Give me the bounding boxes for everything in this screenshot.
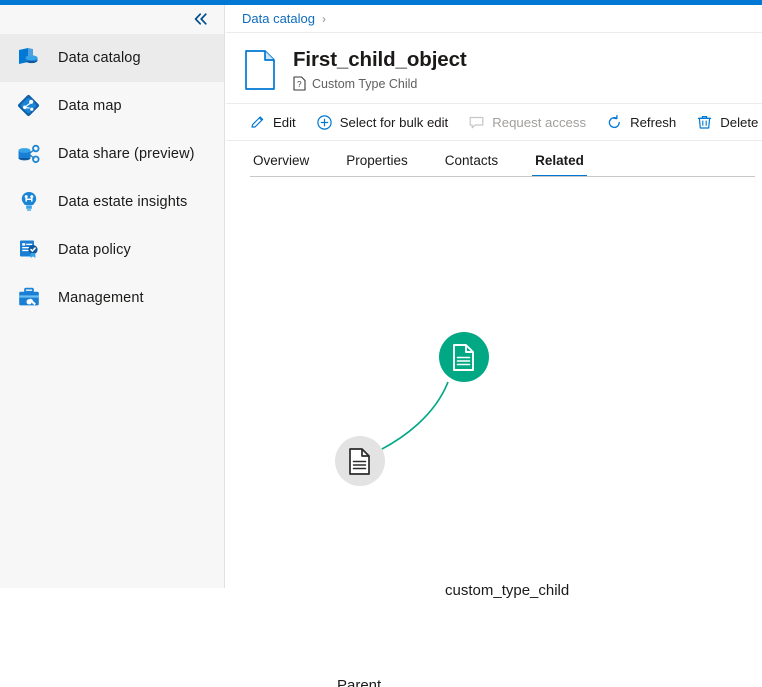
tab-overview[interactable]: Overview — [250, 153, 312, 177]
sidebar-item-label: Management — [58, 290, 144, 306]
request-access-button[interactable]: Request access — [462, 107, 592, 137]
tab-bar: Overview Properties Contacts Related — [226, 141, 762, 177]
unknown-type-icon: ? — [293, 76, 306, 91]
sidebar-item-label: Data catalog — [58, 50, 141, 66]
sidebar-item-label: Data map — [58, 98, 122, 114]
sidebar: Data catalog Data map — [0, 5, 225, 588]
breadcrumb-separator-icon: › — [322, 12, 326, 26]
entity-subtitle-row: ? Custom Type Child — [293, 76, 467, 91]
toolbar-button-label: Request access — [492, 115, 586, 130]
app-root: Data catalog Data map — [0, 0, 762, 588]
briefcase-management-icon — [14, 283, 44, 313]
sidebar-item-management[interactable]: Management — [0, 274, 224, 322]
page-title: First_child_object — [293, 47, 467, 72]
tab-properties[interactable]: Properties — [343, 153, 411, 177]
data-map-icon — [14, 91, 44, 121]
delete-button[interactable]: Delete — [690, 107, 762, 137]
sidebar-nav-list: Data catalog Data map — [0, 34, 224, 322]
toolbar-button-label: Delete — [720, 115, 758, 130]
related-graph-canvas[interactable]: custom_type_child Parent — [226, 177, 762, 687]
graph-node-label-custom-type-child: custom_type_child — [445, 582, 569, 599]
sidebar-item-label: Data estate insights — [58, 194, 187, 210]
chevron-double-left-glyph — [194, 13, 208, 25]
data-catalog-icon — [14, 43, 44, 73]
entity-header: First_child_object ? Custom Type Child — [226, 33, 762, 104]
select-for-bulk-edit-button[interactable]: Select for bulk edit — [310, 107, 455, 137]
main-content: Data catalog › First_child_object ? — [226, 5, 762, 588]
refresh-button[interactable]: Refresh — [600, 107, 682, 137]
graph-edge-child-to-parent — [372, 382, 448, 454]
sidebar-item-label: Data policy — [58, 242, 131, 258]
pencil-icon — [249, 114, 266, 131]
toolbar-button-label: Refresh — [630, 115, 676, 130]
chevron-double-left-icon[interactable] — [190, 8, 212, 30]
tab-related[interactable]: Related — [532, 153, 587, 177]
sidebar-item-data-catalog[interactable]: Data catalog — [0, 34, 224, 82]
comment-icon — [468, 114, 485, 131]
sidebar-item-label: Data share (preview) — [58, 146, 195, 162]
circle-plus-icon — [316, 114, 333, 131]
lightbulb-insights-icon — [14, 187, 44, 217]
sidebar-item-data-estate-insights[interactable]: Data estate insights — [0, 178, 224, 226]
sidebar-collapse-row — [0, 5, 224, 32]
toolbar-button-label: Select for bulk edit — [340, 115, 449, 130]
sidebar-item-data-map[interactable]: Data map — [0, 82, 224, 130]
data-policy-icon — [14, 235, 44, 265]
data-share-icon — [14, 139, 44, 169]
entity-subtitle: Custom Type Child — [312, 77, 417, 91]
tab-contacts[interactable]: Contacts — [442, 153, 501, 177]
breadcrumb: Data catalog › — [226, 5, 762, 33]
graph-svg — [226, 177, 762, 687]
toolbar-button-label: Edit — [273, 115, 296, 130]
trash-icon — [696, 114, 713, 131]
breadcrumb-item-data-catalog[interactable]: Data catalog — [242, 11, 315, 26]
graph-node-custom-type-child[interactable] — [439, 332, 489, 382]
graph-node-label-parent: Parent — [337, 677, 381, 687]
sidebar-item-data-share[interactable]: Data share (preview) — [0, 130, 224, 178]
edit-button[interactable]: Edit — [243, 107, 302, 137]
command-toolbar: Edit Select for bulk edit Request a — [226, 104, 762, 141]
graph-node-parent[interactable] — [335, 436, 385, 486]
svg-text:?: ? — [297, 80, 302, 89]
sidebar-item-data-policy[interactable]: Data policy — [0, 226, 224, 274]
document-outline-icon — [243, 49, 279, 91]
refresh-icon — [606, 114, 623, 131]
